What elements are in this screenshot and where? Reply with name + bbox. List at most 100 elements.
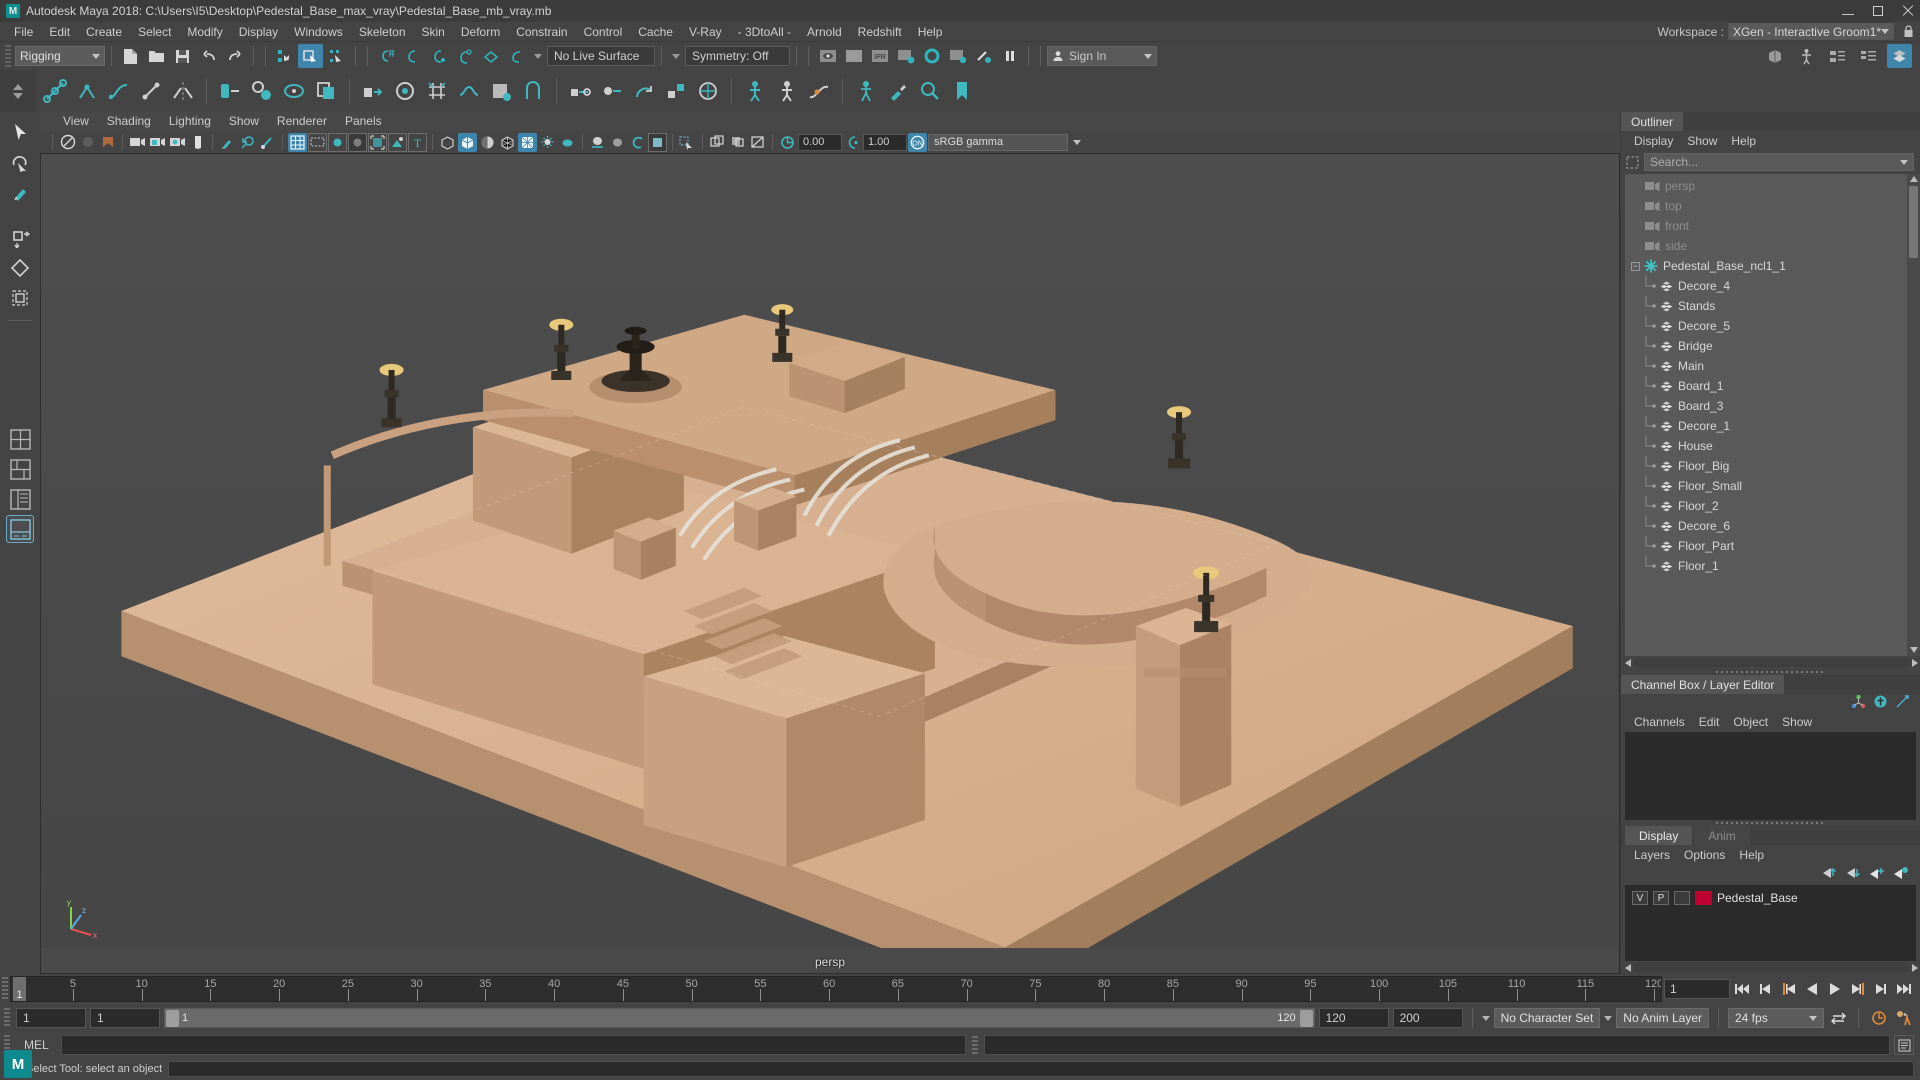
outliner-item[interactable]: Decore_4 [1625,276,1907,296]
channelbox-menu-show[interactable]: Show [1775,712,1819,732]
time-slider[interactable]: 1 5 10 15 20 25 30 35 40 45 50 55 60 65 70 75 80 85 90 95 10… [10,976,1662,1002]
screen-space-ao-icon[interactable] [588,133,607,152]
snap-view-plane-button[interactable] [478,44,503,68]
shelf-down-icon[interactable] [13,92,23,99]
channelbox-menu-object[interactable]: Object [1726,712,1775,732]
select-component-button[interactable] [324,44,349,68]
select-tool[interactable] [6,118,34,146]
workspace-combo[interactable]: XGen - Interactive Groom1* [1727,23,1894,40]
anim-layer-combo[interactable]: No Anim Layer [1616,1008,1709,1028]
shelf-cluster-tool[interactable] [390,75,420,107]
outliner-item[interactable]: front [1625,216,1907,236]
menu-vray[interactable]: V-Ray [681,22,730,42]
character-set-combo[interactable]: No Character Set [1493,1008,1601,1028]
commandline-splitter[interactable] [972,1036,979,1054]
range-start-field[interactable]: 1 [90,1008,160,1028]
outliner-item[interactable]: Board_1 [1625,376,1907,396]
outliner-item[interactable]: − Pedestal_Base_ncl1_1 [1625,256,1907,276]
viewport-3d[interactable]: y x z persp [40,153,1620,974]
menu-arnold[interactable]: Arnold [799,22,850,42]
playback-loop-button[interactable] [1828,1007,1849,1029]
wireframe-on-shaded-icon[interactable] [368,132,387,152]
layer-menu-options[interactable]: Options [1677,845,1732,865]
scroll-right-icon[interactable] [1912,658,1918,667]
gate-mask-icon[interactable] [348,132,367,152]
hud-attribute-editor-icon[interactable] [1794,44,1819,68]
menu-constrain[interactable]: Constrain [508,22,575,42]
open-scene-button[interactable] [144,44,169,68]
shelf-point-constraint-tool[interactable] [597,75,627,107]
save-scene-button[interactable] [170,44,195,68]
outliner-menu-show[interactable]: Show [1680,131,1724,151]
ipr-render-button[interactable]: IPR [867,44,892,68]
redo-render-button[interactable] [841,44,866,68]
menu-skin[interactable]: Skin [414,22,453,42]
play-forwards-button[interactable] [1824,978,1845,1000]
shelf-bookmark-tool[interactable] [947,75,977,107]
menu-select[interactable]: Select [130,22,179,42]
outliner-menu-display[interactable]: Display [1627,131,1680,151]
pause-render-button[interactable] [997,44,1022,68]
timeslider-gripper[interactable] [2,977,8,1001]
single-perspective-layout-button[interactable] [6,425,34,453]
smooth-shade-icon[interactable] [388,132,407,152]
minimize-button[interactable] [1842,5,1854,17]
outliner-item[interactable]: Floor_Small [1625,476,1907,496]
range-bar[interactable]: 1 120 [164,1008,1315,1028]
chevron-down-icon[interactable] [1900,159,1908,165]
outliner-vertical-scrollbar[interactable] [1907,174,1920,656]
layer-row[interactable]: V P Pedestal_Base [1625,889,1916,907]
image-plane-attributes-icon[interactable] [148,133,167,152]
toggle-paint-effects-button[interactable] [971,44,996,68]
hscroll-track[interactable] [1634,658,1909,667]
symmetry-field[interactable]: Symmetry: Off [685,46,790,66]
command-output[interactable] [984,1035,1890,1055]
shelf-skeleton-visibility-tool[interactable] [851,75,881,107]
viewport-menu-shading[interactable]: Shading [98,112,160,131]
sign-in-button[interactable]: Sign In [1047,46,1157,66]
anim-layer-chevron-icon[interactable] [1604,1015,1613,1021]
shelf-motion-path-tool[interactable] [804,75,834,107]
menuset-combo[interactable]: Rigging [15,46,105,66]
viewport-menu-renderer[interactable]: Renderer [268,112,336,131]
smooth-shade-all-icon[interactable] [458,132,477,152]
move-layer-up-icon[interactable] [1821,866,1837,883]
outliner-item[interactable]: Decore_6 [1625,516,1907,536]
layer-type-toggle[interactable] [1674,891,1690,905]
outliner-item[interactable]: persp [1625,176,1907,196]
undo-button[interactable] [196,44,221,68]
attribute-editor-icon[interactable] [1873,694,1888,712]
four-view-layout-button[interactable] [6,455,34,483]
persp-graph-layout-button[interactable] [6,515,34,543]
move-tool[interactable] [6,224,34,252]
hypershade-button[interactable] [919,44,944,68]
shelf-human-ik-tool[interactable] [772,75,802,107]
outliner-item[interactable]: Bridge [1625,336,1907,356]
menu-modify[interactable]: Modify [179,22,230,42]
current-frame-indicator[interactable]: 1 [13,977,26,1001]
outliner-item[interactable]: Floor_1 [1625,556,1907,576]
scale-tool[interactable] [6,284,34,312]
outliner-item[interactable]: Decore_5 [1625,316,1907,336]
shelf-sculpt-tool[interactable] [915,75,945,107]
hscroll-track[interactable] [1634,963,1909,972]
animation-preferences-button[interactable] [1893,1007,1914,1029]
scroll-up-icon[interactable] [1909,176,1918,182]
channelbox-menu-edit[interactable]: Edit [1692,712,1727,732]
tab-outliner[interactable]: Outliner [1621,112,1684,131]
range-end-handle[interactable] [1299,1009,1313,1027]
outliner-list[interactable]: persp top front side − Pedestal_Base_ncl1_1 De… [1625,174,1920,656]
snap-projected-button[interactable] [452,44,477,68]
script-editor-button[interactable] [1894,1035,1914,1055]
shelf-copy-weights-tool[interactable] [311,75,341,107]
layer-playback-toggle[interactable]: P [1653,891,1669,905]
add-key-icon[interactable] [238,133,257,152]
xray-joints-icon[interactable] [708,133,727,152]
outliner-item[interactable]: side [1625,236,1907,256]
channelbox-content[interactable] [1625,732,1916,820]
outliner-item[interactable]: Floor_2 [1625,496,1907,516]
outliner-horizontal-scrollbar[interactable] [1621,656,1920,669]
outliner-item[interactable]: Floor_Part [1625,536,1907,556]
persp-outliner-layout-button[interactable] [6,485,34,513]
depth-of-field-icon[interactable] [648,132,667,152]
